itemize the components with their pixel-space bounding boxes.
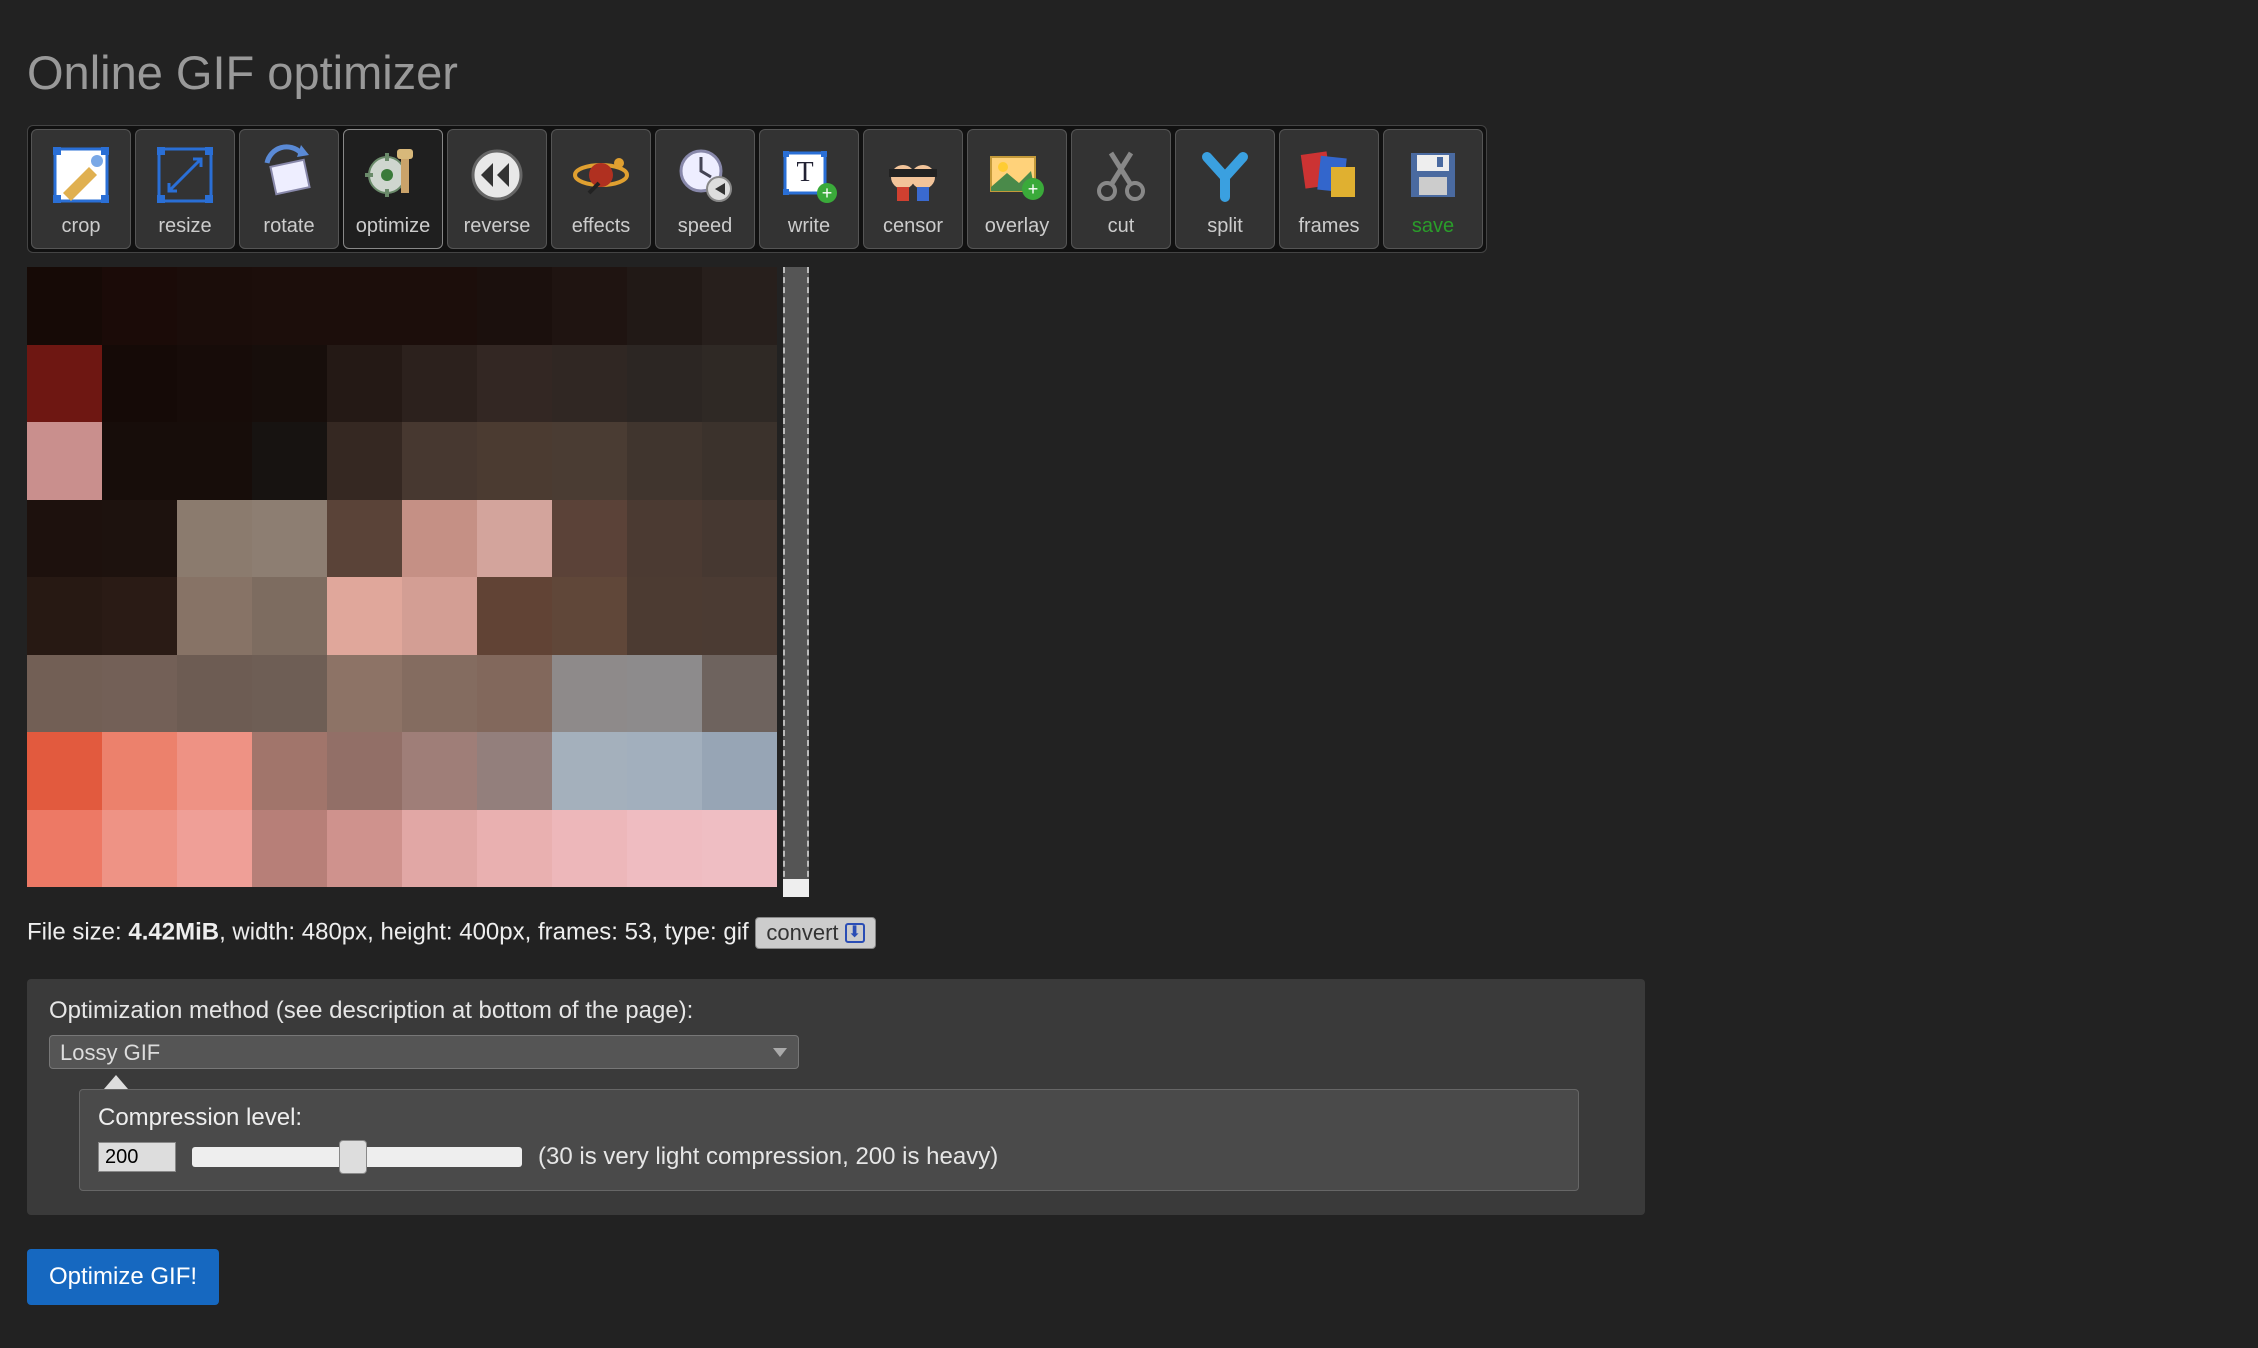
file-size-prefix: File size: — [27, 918, 128, 945]
svg-text:+: + — [1028, 179, 1039, 199]
file-size-value: 4.42MiB — [128, 918, 219, 945]
tool-label: crop — [62, 215, 101, 238]
tool-resize[interactable]: resize — [135, 129, 235, 249]
write-icon: T + — [775, 141, 843, 209]
optimization-panel: Optimization method (see description at … — [27, 979, 1645, 1215]
tool-label: save — [1412, 215, 1454, 238]
resize-icon — [151, 141, 219, 209]
tool-write[interactable]: T + write — [759, 129, 859, 249]
tool-frames[interactable]: frames — [1279, 129, 1379, 249]
tool-label: rotate — [263, 215, 314, 238]
rotate-icon — [255, 141, 323, 209]
tool-label: write — [788, 215, 830, 238]
tool-split[interactable]: split — [1175, 129, 1275, 249]
tool-speed[interactable]: speed — [655, 129, 755, 249]
preview-right-edge — [783, 267, 809, 897]
subpanel-pointer-icon — [104, 1075, 128, 1089]
compression-number-input[interactable] — [98, 1142, 176, 1172]
tool-reverse[interactable]: reverse — [447, 129, 547, 249]
toolbar: crop resize rotate optimize reverse effe… — [27, 125, 1487, 253]
tool-label: overlay — [985, 215, 1049, 238]
file-meta-rest: , width: 480px, height: 400px, frames: 5… — [219, 918, 755, 945]
censor-icon — [879, 141, 947, 209]
optimize-button[interactable]: Optimize GIF! — [27, 1249, 219, 1305]
compression-hint: (30 is very light compression, 200 is he… — [538, 1143, 998, 1171]
optimize-icon — [359, 141, 427, 209]
gif-preview-image — [27, 267, 777, 887]
tool-label: effects — [572, 215, 631, 238]
split-icon — [1191, 141, 1259, 209]
tool-label: optimize — [356, 215, 430, 238]
save-icon — [1399, 141, 1467, 209]
cut-icon — [1087, 141, 1155, 209]
download-icon: ⬇ — [845, 923, 865, 943]
convert-button-label: convert — [766, 920, 838, 946]
tool-overlay[interactable]: + overlay — [967, 129, 1067, 249]
frames-icon — [1295, 141, 1363, 209]
svg-text:+: + — [822, 183, 833, 203]
convert-button[interactable]: convert ⬇ — [755, 917, 875, 949]
tool-rotate[interactable]: rotate — [239, 129, 339, 249]
compression-slider[interactable] — [192, 1147, 522, 1167]
tool-label: frames — [1298, 215, 1359, 238]
method-label: Optimization method (see description at … — [49, 997, 1623, 1025]
tool-optimize[interactable]: optimize — [343, 129, 443, 249]
crop-icon — [47, 141, 115, 209]
method-select[interactable]: Lossy GIF — [49, 1035, 799, 1069]
overlay-icon: + — [983, 141, 1051, 209]
tool-cut[interactable]: cut — [1071, 129, 1171, 249]
effects-icon — [567, 141, 635, 209]
page-title: Online GIF optimizer — [27, 45, 1673, 100]
tool-save[interactable]: save — [1383, 129, 1483, 249]
compression-subpanel: Compression level: (30 is very light com… — [79, 1089, 1579, 1191]
tool-label: speed — [678, 215, 733, 238]
preview-area — [27, 267, 1673, 897]
compression-label: Compression level: — [98, 1104, 1560, 1132]
file-info-line: File size: 4.42MiB, width: 480px, height… — [27, 917, 1673, 949]
tool-crop[interactable]: crop — [31, 129, 131, 249]
tool-label: cut — [1108, 215, 1135, 238]
tool-label: split — [1207, 215, 1243, 238]
tool-label: reverse — [464, 215, 531, 238]
tool-effects[interactable]: effects — [551, 129, 651, 249]
svg-text:T: T — [796, 157, 813, 188]
tool-label: censor — [883, 215, 943, 238]
reverse-icon — [463, 141, 531, 209]
speed-icon — [671, 141, 739, 209]
tool-censor[interactable]: censor — [863, 129, 963, 249]
tool-label: resize — [158, 215, 211, 238]
